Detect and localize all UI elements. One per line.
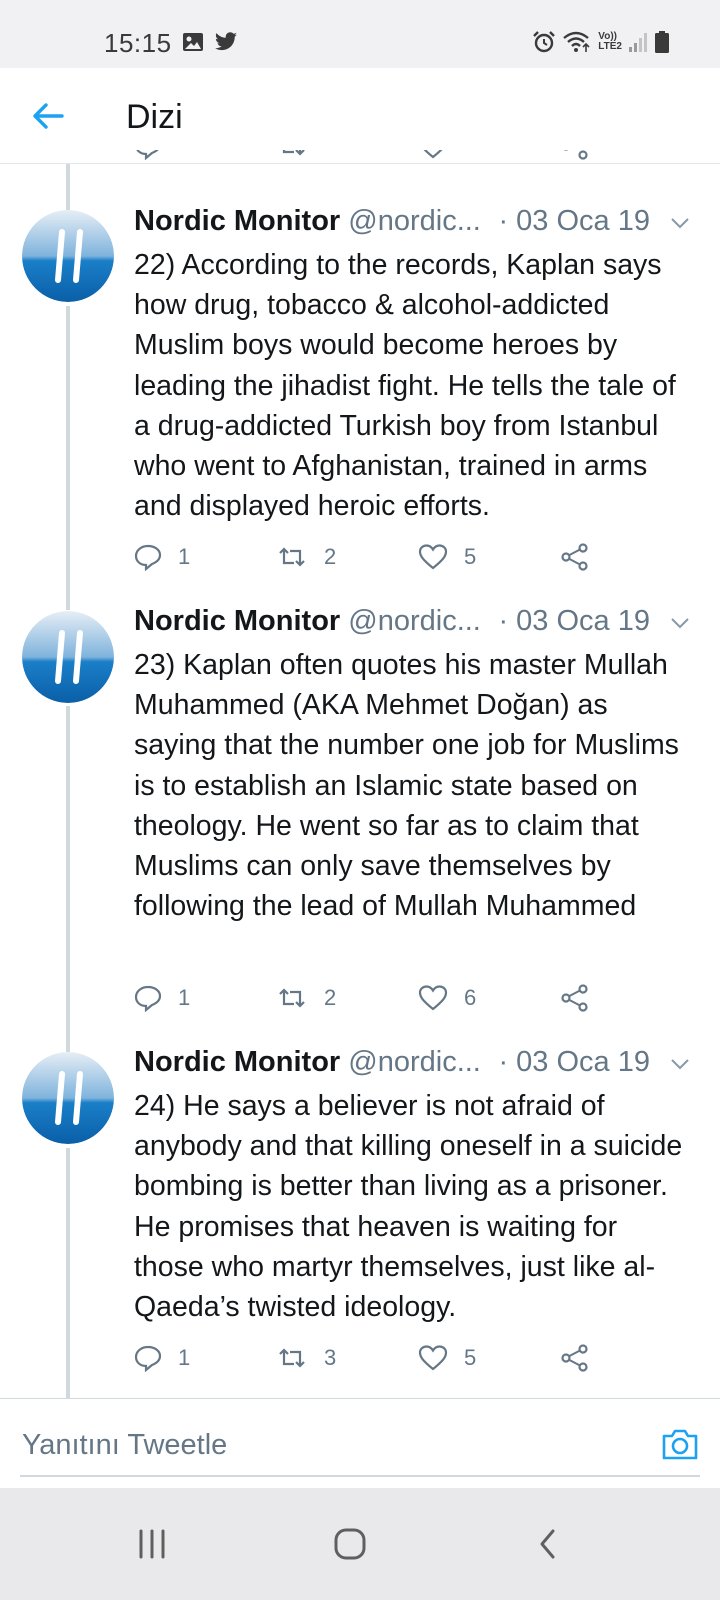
like-button[interactable]: 5 xyxy=(418,1340,476,1376)
tweet-date: · 03 Oca 19 xyxy=(498,205,650,237)
reply-icon xyxy=(134,1345,162,1372)
chevron-down-icon[interactable] xyxy=(668,213,692,233)
status-bar: 15:15 Vo)) LTE2 xyxy=(0,0,720,68)
avatar[interactable] xyxy=(22,611,114,703)
avatar[interactable] xyxy=(22,1052,114,1144)
tweet-date: · 03 Oca 19 xyxy=(498,605,650,637)
home-icon[interactable] xyxy=(328,1522,372,1566)
retweet-icon xyxy=(279,1348,305,1368)
nordic-monitor-logo-icon xyxy=(22,611,114,703)
retweet-count: 2 xyxy=(324,544,337,569)
thread-line xyxy=(66,164,70,210)
image-icon xyxy=(183,33,203,51)
status-left-icons xyxy=(182,32,238,52)
twitter-bird-icon xyxy=(215,32,237,51)
reply-input[interactable]: Yanıtını Tweetle xyxy=(22,1429,227,1462)
tweet-date: · 03 Oca 19 xyxy=(498,1046,650,1078)
author-name[interactable]: Nordic Monitor xyxy=(134,1046,340,1078)
reply-icon xyxy=(134,985,162,1012)
tweet-header: Nordic Monitor @nordic... · 03 Oca 19 xyxy=(134,205,694,243)
retweet-button[interactable]: 2 xyxy=(276,980,336,1016)
share-button[interactable] xyxy=(560,1340,590,1376)
previous-tweet-actions xyxy=(134,150,614,168)
back-nav-icon[interactable] xyxy=(526,1522,570,1566)
page-title: Dizi xyxy=(126,98,183,136)
arrow-left-icon[interactable] xyxy=(28,96,68,136)
camera-icon[interactable] xyxy=(660,1425,700,1463)
like-count: 6 xyxy=(464,985,477,1010)
tweet-header: Nordic Monitor @nordic... · 03 Oca 19 xyxy=(134,605,694,643)
author-name[interactable]: Nordic Monitor xyxy=(134,205,340,237)
share-icon xyxy=(561,984,588,1012)
nordic-monitor-logo-icon xyxy=(22,1052,114,1144)
reply-count: 1 xyxy=(178,544,191,569)
retweet-count: 2 xyxy=(324,985,337,1010)
wifi-icon xyxy=(563,31,590,52)
avatar[interactable] xyxy=(22,210,114,302)
retweet-button[interactable]: 2 xyxy=(276,539,336,575)
reply-button[interactable]: 1 xyxy=(134,1340,190,1376)
system-navigation-bar xyxy=(0,1488,720,1600)
like-count: 5 xyxy=(464,1345,477,1370)
tweet-actions: 1 3 5 xyxy=(134,1340,614,1376)
reply-input-underline xyxy=(20,1475,700,1477)
author-name[interactable]: Nordic Monitor xyxy=(134,605,340,637)
author-handle[interactable]: @nordic... xyxy=(348,205,481,237)
author-handle[interactable]: @nordic... xyxy=(348,1046,481,1078)
heart-icon xyxy=(418,985,448,1011)
reply-count: 1 xyxy=(178,1345,191,1370)
retweet-icon xyxy=(279,547,305,567)
share-icon xyxy=(561,543,588,571)
alarm-icon xyxy=(533,31,556,53)
share-button[interactable] xyxy=(560,539,590,575)
retweet-count: 3 xyxy=(324,1345,337,1370)
status-time: 15:15 xyxy=(104,28,172,58)
reply-icon xyxy=(134,544,162,571)
heart-icon xyxy=(418,1345,448,1371)
like-button[interactable]: 5 xyxy=(418,539,476,575)
status-right-icons: Vo)) LTE2 xyxy=(532,30,670,54)
thread-line xyxy=(66,306,70,610)
author-handle[interactable]: @nordic... xyxy=(348,605,481,637)
thread-line xyxy=(66,706,70,1052)
reply-button[interactable]: 1 xyxy=(134,539,190,575)
recent-apps-icon[interactable] xyxy=(130,1522,174,1566)
tweet-text: 22) According to the records, Kaplan say… xyxy=(134,249,676,523)
tweet-header: Nordic Monitor @nordic... · 03 Oca 19 xyxy=(134,1046,694,1084)
retweet-button[interactable]: 3 xyxy=(276,1340,336,1376)
network-type-label: Vo)) LTE2 xyxy=(598,32,622,52)
reply-composer: Yanıtını Tweetle xyxy=(0,1398,720,1488)
reply-button[interactable]: 1 xyxy=(134,980,190,1016)
tweet-actions: 1 2 6 xyxy=(134,980,614,1016)
signal-icon xyxy=(629,33,647,52)
tweet-actions: 1 2 5 xyxy=(134,539,614,575)
network-lte-label: LTE2 xyxy=(598,41,622,52)
thread-line xyxy=(66,1148,70,1398)
share-icon xyxy=(561,1344,588,1372)
share-button[interactable] xyxy=(560,980,590,1016)
tweet-text: 24) He says a believer is not afraid of … xyxy=(134,1090,683,1324)
nordic-monitor-logo-icon xyxy=(22,210,114,302)
retweet-icon xyxy=(279,988,305,1008)
reply-count: 1 xyxy=(178,985,191,1010)
like-count: 5 xyxy=(464,544,477,569)
like-button[interactable]: 6 xyxy=(418,980,476,1016)
tweet-text: 23) Kaplan often quotes his master Mulla… xyxy=(134,649,679,923)
chevron-down-icon[interactable] xyxy=(668,1054,692,1074)
heart-icon xyxy=(418,544,448,570)
battery-icon xyxy=(655,31,669,53)
chevron-down-icon[interactable] xyxy=(668,613,692,633)
